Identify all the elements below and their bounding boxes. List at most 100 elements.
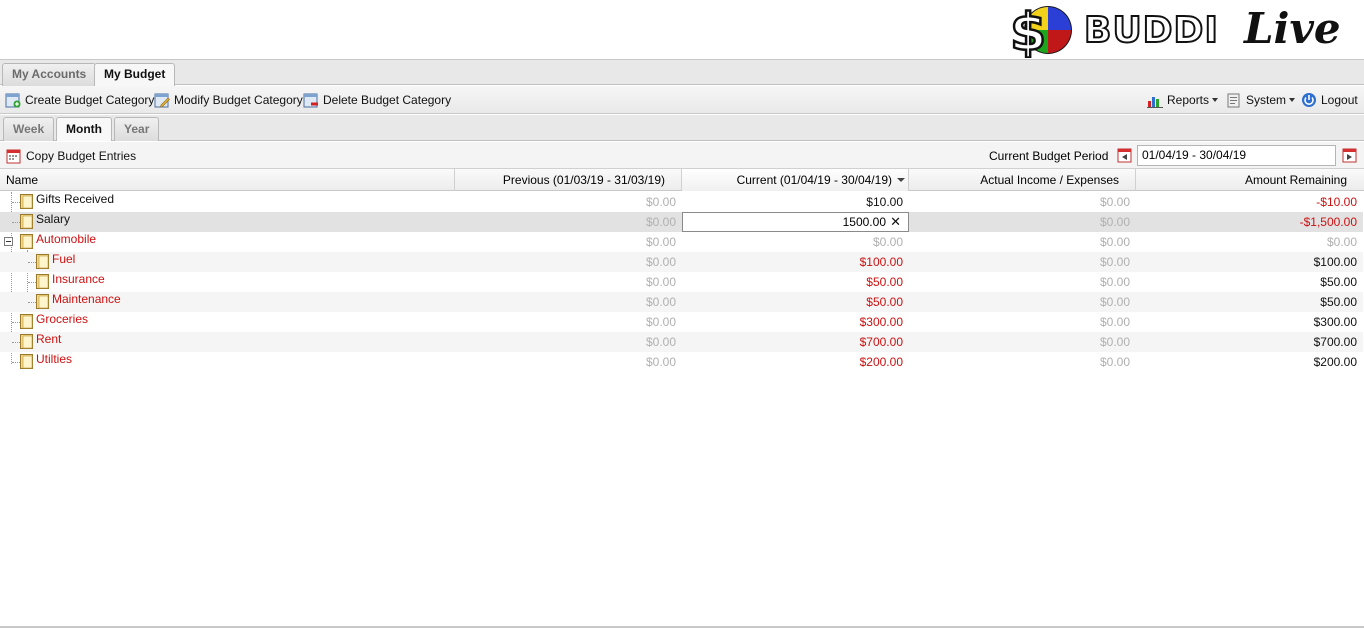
previous-amount: $0.00 [645,255,676,269]
system-icon [1226,92,1242,108]
reports-menu-button[interactable]: Reports [1147,91,1219,109]
table-row[interactable]: Groceries $0.00 $300.00 $0.00 $300.00 [0,312,1363,332]
grid-header: Name Previous (01/03/19 - 31/03/19) Curr… [0,169,1364,191]
table-row[interactable]: Gifts Received $0.00 $10.00 $0.00 -$10.0… [0,192,1363,212]
remaining-amount: $50.00 [1320,275,1357,289]
tab-year[interactable]: Year [114,117,160,141]
category-name: Groceries [36,312,89,326]
delete-budget-category-button[interactable]: Delete Budget Category [303,91,451,109]
current-amount-input[interactable]: 1500.00 [843,213,886,231]
current-amount[interactable]: $10.00 [682,192,909,212]
previous-amount: $0.00 [645,355,676,369]
reports-chart-icon [1147,92,1163,108]
reports-label: Reports [1167,93,1210,107]
column-header-actual[interactable]: Actual Income / Expenses [909,169,1136,191]
actual-amount: $0.00 [1099,215,1130,229]
category-name: Utilties [36,352,73,366]
current-amount-editor[interactable]: 1500.00 ✕ [682,212,909,232]
modify-budget-category-button[interactable]: Modify Budget Category [154,91,303,109]
tab-week[interactable]: Week [3,117,55,141]
current-budget-period-label: Current Budget Period [989,149,1109,163]
actual-amount: $0.00 [1099,275,1130,289]
budget-period-field[interactable]: 01/04/19 - 30/04/19 [1137,145,1336,166]
table-row[interactable]: Fuel $0.00 $100.00 $0.00 $100.00 [0,252,1363,272]
column-header-remaining[interactable]: Amount Remaining [1136,169,1363,191]
category-folder-icon [36,294,49,309]
category-name: Gifts Received [36,192,115,206]
column-header-current-label: Current (01/04/19 - 30/04/19) [736,173,892,187]
budget-grid: Gifts Received $0.00 $10.00 $0.00 -$10.0… [0,192,1364,372]
chevron-down-icon [1212,98,1219,102]
remaining-amount: $50.00 [1320,295,1357,309]
remaining-amount: -$1,500.00 [1299,215,1357,229]
tab-month[interactable]: Month [56,117,112,141]
actual-amount: $0.00 [1099,195,1130,209]
logo-live: Live [1244,4,1341,53]
tab-my-accounts[interactable]: My Accounts [2,63,97,86]
current-amount[interactable]: $0.00 [682,232,909,252]
svg-text:$: $ [1010,3,1046,58]
current-amount[interactable]: $50.00 [682,292,909,312]
remaining-amount: $700.00 [1313,335,1357,349]
category-name: Salary [36,212,71,226]
tab-my-budget[interactable]: My Budget [94,63,176,87]
copy-budget-entries-button[interactable]: Copy Budget Entries [6,147,136,165]
actual-amount: $0.00 [1099,315,1130,329]
previous-amount: $0.00 [645,335,676,349]
remaining-amount: $0.00 [1326,235,1357,249]
chevron-down-icon[interactable] [897,178,905,182]
current-amount[interactable]: $300.00 [682,312,909,332]
period-tabs: Week Month Year [0,115,1364,141]
remaining-amount: $100.00 [1313,255,1357,269]
category-folder-icon [20,334,33,349]
table-row[interactable]: Automobile $0.00 $0.00 $0.00 $0.00 [0,232,1363,252]
category-folder-icon [20,194,33,209]
next-period-icon[interactable] [1342,147,1358,163]
system-menu-button[interactable]: System [1226,91,1296,109]
app-header: $ BUDDI Live [0,0,1364,59]
remaining-amount: $200.00 [1313,355,1357,369]
category-name: Insurance [52,272,105,286]
column-header-current[interactable]: Current (01/04/19 - 30/04/19) [682,169,909,191]
close-icon[interactable]: ✕ [890,215,901,229]
buddi-live-logo: $ BUDDI Live [1008,2,1341,58]
category-name: Maintenance [52,292,121,306]
logo-word: BUDDI [1083,9,1219,52]
table-row[interactable]: Salary $0.00 1500.00 ✕ $0.00 -$1,500.00 [0,212,1363,232]
create-category-icon [5,92,21,108]
copy-budget-entries-label: Copy Budget Entries [26,149,137,163]
current-amount[interactable]: $50.00 [682,272,909,292]
category-folder-icon [20,234,33,249]
category-folder-icon [20,214,33,229]
current-amount[interactable]: $700.00 [682,332,909,352]
table-row[interactable]: Maintenance $0.00 $50.00 $0.00 $50.00 [0,292,1363,312]
table-row[interactable]: Rent $0.00 $700.00 $0.00 $700.00 [0,332,1363,352]
remaining-amount: -$10.00 [1316,195,1357,209]
main-tabs: My Accounts My Budget [0,59,1364,87]
budget-period-bar: Copy Budget Entries Current Budget Perio… [0,142,1364,169]
create-budget-category-label: Create Budget Category [25,93,155,107]
modify-category-icon [154,92,170,108]
column-header-previous[interactable]: Previous (01/03/19 - 31/03/19) [455,169,682,191]
category-folder-icon [20,354,33,369]
previous-amount: $0.00 [645,315,676,329]
table-row[interactable]: Utilties $0.00 $200.00 $0.00 $200.00 [0,352,1363,372]
create-budget-category-button[interactable]: Create Budget Category [5,91,154,109]
chevron-down-icon [1289,98,1296,102]
current-amount[interactable]: $100.00 [682,252,909,272]
table-row[interactable]: Insurance $0.00 $50.00 $0.00 $50.00 [0,272,1363,292]
actual-amount: $0.00 [1099,295,1130,309]
system-label: System [1246,93,1287,107]
category-folder-icon [36,254,49,269]
current-amount[interactable]: $200.00 [682,352,909,372]
calendar-copy-icon [6,148,22,164]
previous-amount: $0.00 [645,195,676,209]
collapse-toggle-icon[interactable] [4,237,13,246]
power-icon [1301,92,1317,108]
budget-toolbar: Create Budget Category Modify Budget Cat… [0,86,1364,114]
actual-amount: $0.00 [1099,355,1130,369]
column-header-name[interactable]: Name [0,169,455,191]
previous-period-icon[interactable] [1117,147,1133,163]
logout-button[interactable]: Logout [1301,91,1358,109]
delete-category-icon [303,92,319,108]
